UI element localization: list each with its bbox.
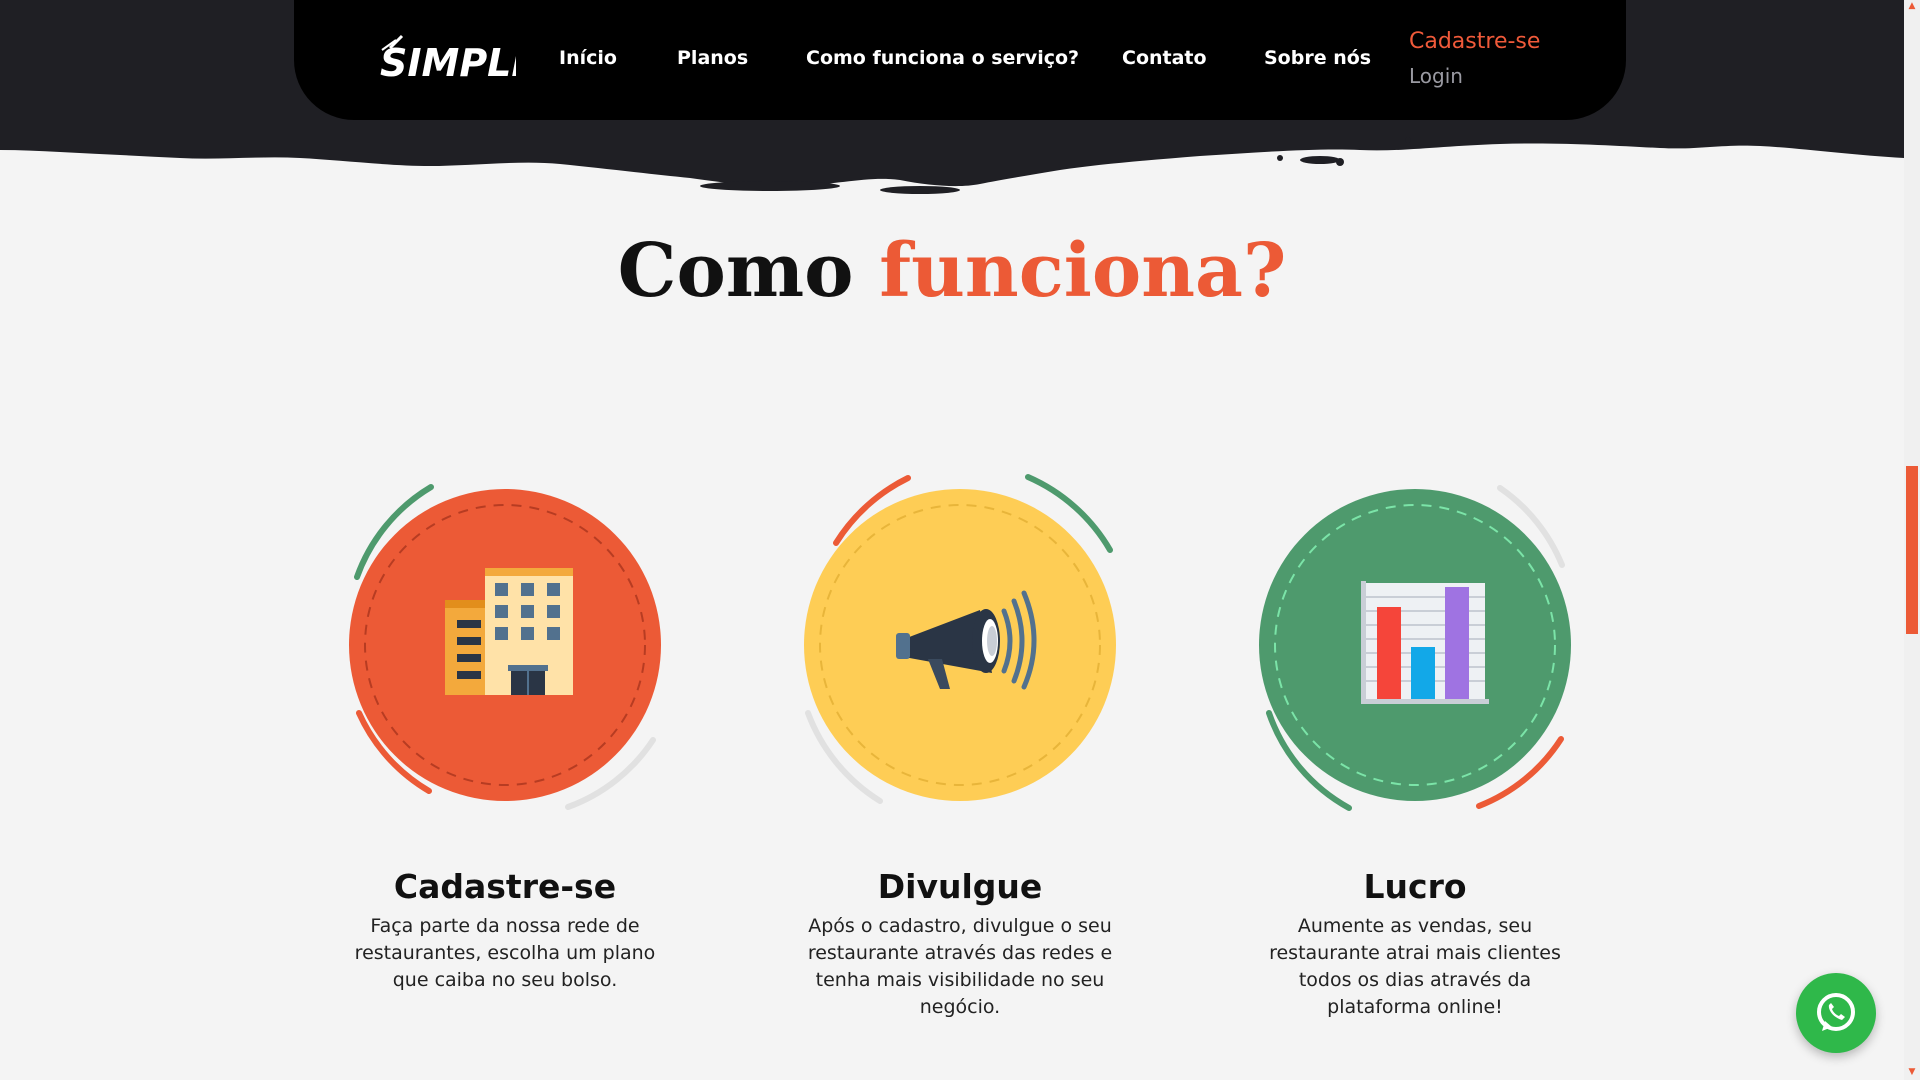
bar-chart-icon (1361, 581, 1489, 704)
scroll-down-arrow-icon[interactable]: ▼ (1906, 1066, 1918, 1078)
nav-cadastre-link[interactable]: Cadastre-se (1409, 29, 1540, 54)
scrollbar-thumb[interactable] (1906, 466, 1918, 634)
section-title: Como funciona? (0, 228, 1904, 314)
step-description: Faça parte da nossa rede de restaurantes… (354, 915, 656, 991)
navbar: SIMPLE Início Planos Como funciona o ser… (294, 0, 1626, 120)
step-card-cadastre: Cadastre-se Faça parte da nossa rede de … (305, 465, 705, 1045)
nav-planos[interactable]: Planos (677, 47, 748, 69)
svg-text:SIMPLE: SIMPLE (380, 41, 516, 85)
step-circle-lucro (1259, 485, 1571, 811)
step-title: Divulgue (877, 867, 1043, 906)
step-card-divulgue: Divulgue Após o cadastro, divulgue o seu… (760, 465, 1160, 1045)
whatsapp-button[interactable] (1796, 973, 1876, 1053)
nav-contato[interactable]: Contato (1122, 47, 1207, 69)
nav-inicio[interactable]: Início (559, 47, 617, 69)
step-description: Aumente as vendas, seu restaurante atrai… (1269, 915, 1561, 1018)
scroll-up-arrow-icon[interactable]: ▲ (1906, 0, 1918, 12)
nav-login-link[interactable]: Login (1409, 64, 1463, 88)
step-circle-cadastre (349, 484, 661, 810)
step-circle-divulgue (804, 474, 1116, 804)
simple-logo[interactable]: SIMPLE (376, 28, 516, 90)
step-title: Cadastre-se (393, 867, 617, 906)
nav-sobre-nos[interactable]: Sobre nós (1264, 47, 1371, 69)
whatsapp-icon (1817, 993, 1855, 1031)
step-title: Lucro (1363, 867, 1467, 906)
nav-como-funciona[interactable]: Como funciona o serviço? (806, 47, 1079, 69)
section-title-main: Como (617, 228, 854, 314)
step-description: Após o cadastro, divulgue o seu restaura… (807, 915, 1113, 1018)
step-card-lucro: Lucro Aumente as vendas, seu restaurante… (1215, 465, 1615, 1045)
section-title-accent: funciona? (879, 228, 1287, 314)
